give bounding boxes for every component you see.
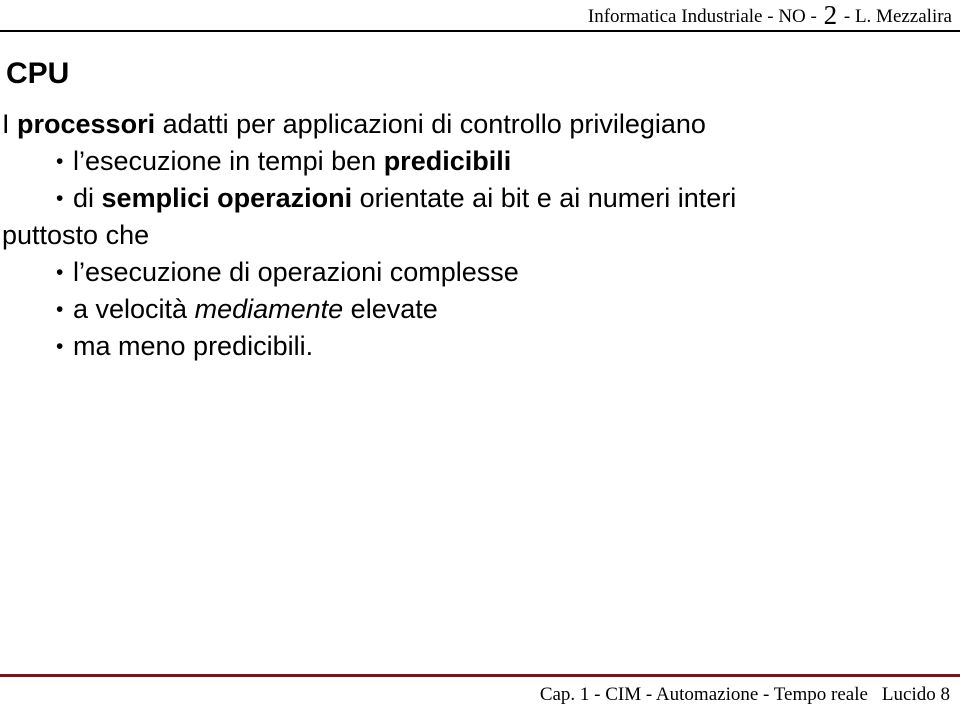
bullet-line: • a velocità mediamente elevate bbox=[0, 291, 960, 328]
header-author: L. Mezzalira bbox=[854, 6, 952, 27]
bullet-line: • l’esecuzione in tempi ben predicibili bbox=[0, 143, 960, 180]
bullet-icon: • bbox=[56, 150, 64, 173]
text-segment: processori bbox=[17, 109, 156, 139]
text-segment: semplici operazioni bbox=[101, 183, 353, 213]
header-section: NO bbox=[778, 6, 806, 27]
slide-header: Informatica Industriale - NO - 2 - L. Me… bbox=[0, 2, 952, 30]
header-course: Informatica Industriale bbox=[587, 6, 763, 27]
bullet-icon: • bbox=[56, 298, 64, 321]
header-separator-1: - bbox=[767, 6, 774, 27]
bullet-icon: • bbox=[56, 261, 64, 284]
text-segment: predicibili bbox=[383, 146, 512, 176]
footer-divider bbox=[0, 674, 960, 677]
header-separator-3: - bbox=[843, 6, 851, 27]
bullet-icon: • bbox=[56, 187, 64, 210]
text-segment: ma meno predicibili. bbox=[73, 331, 314, 361]
header-slide-number: 2 bbox=[823, 0, 838, 30]
text-line: I processori adatti per applicazioni di … bbox=[0, 106, 960, 143]
slide-footer: Cap. 1 - CIM - Automazione - Tempo reale… bbox=[0, 682, 950, 707]
text-segment: puttosto che bbox=[2, 220, 150, 250]
page-title: CPU bbox=[6, 57, 70, 91]
slide-body: I processori adatti per applicazioni di … bbox=[0, 106, 960, 365]
footer-chapter: Cap. 1 - CIM - Automazione - Tempo reale bbox=[539, 684, 868, 705]
footer-slide-label: Lucido 8 bbox=[881, 684, 950, 705]
bullet-line: • di semplici operazioni orientate ai bit… bbox=[0, 180, 960, 217]
text-segment: mediamente bbox=[194, 294, 344, 324]
bullet-icon: • bbox=[56, 335, 64, 358]
text-segment: I bbox=[2, 109, 18, 139]
text-segment: orientate ai bit e ai numeri interi bbox=[352, 183, 737, 213]
bullet-line: • l’esecuzione di operazioni complesse bbox=[0, 254, 960, 291]
text-line: puttosto che bbox=[0, 217, 960, 254]
bullet-line: • ma meno predicibili. bbox=[0, 328, 960, 365]
slide-canvas: Informatica Industriale - NO - 2 - L. Me… bbox=[0, 0, 960, 710]
text-segment: l’esecuzione in tempi ben bbox=[73, 146, 384, 176]
text-segment: a velocità bbox=[73, 294, 195, 324]
header-separator-2: - bbox=[810, 6, 817, 27]
text-segment: l’esecuzione di operazioni complesse bbox=[73, 257, 519, 287]
text-segment: di bbox=[73, 183, 102, 213]
text-segment: adatti per applicazioni di controllo pri… bbox=[155, 109, 706, 139]
text-segment: elevate bbox=[343, 294, 438, 324]
header-divider bbox=[0, 30, 960, 32]
